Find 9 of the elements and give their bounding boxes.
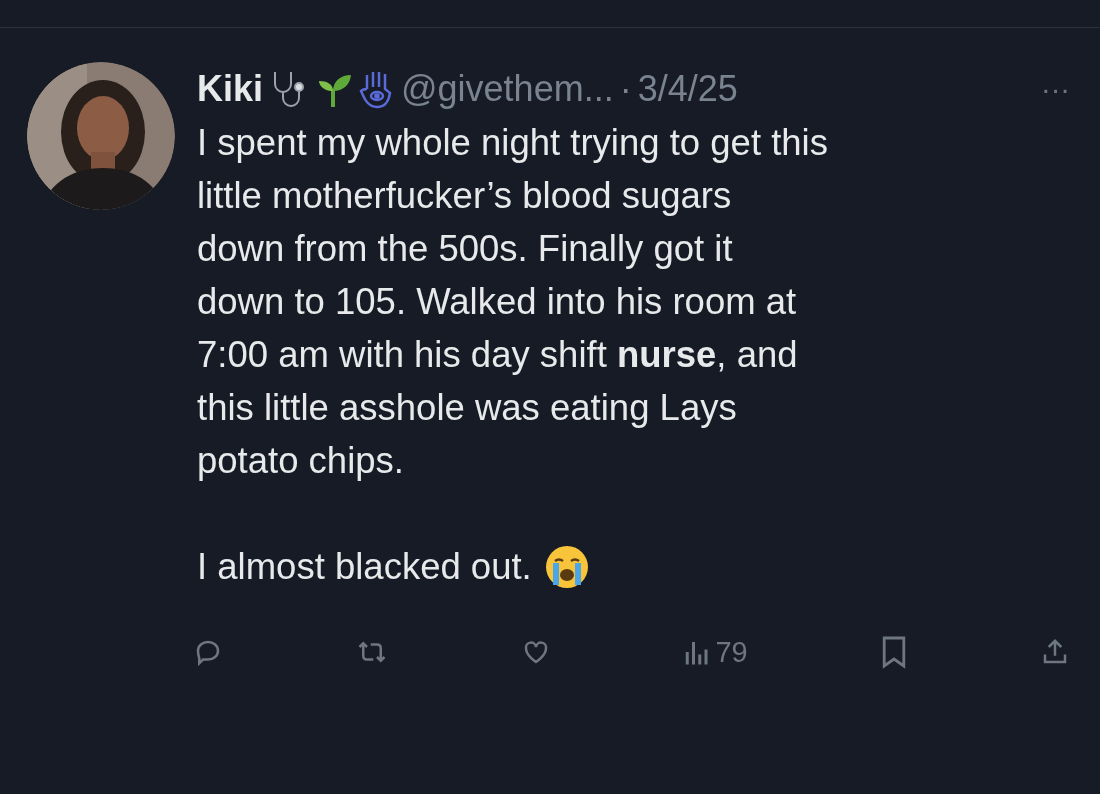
post-text: I almost blacked out.	[197, 545, 532, 589]
post-date[interactable]: 3/4/25	[637, 68, 738, 110]
crying-emoji-icon	[543, 543, 590, 590]
author-name[interactable]: Kiki	[197, 68, 264, 110]
views-button[interactable]: 79	[683, 635, 748, 669]
more-button[interactable]: ···	[1041, 72, 1070, 106]
separator-dot: ·	[619, 68, 632, 110]
post-text: I spent my whole night trying to get this little motherfucker’s blood sugars down from the 500s. Finally got it down to 105. Walked into his room at 7:00 am with his day shift nurse, and this little asshole was eating Lays potato chips.	[197, 121, 829, 483]
user-handle[interactable]: @givethem...	[401, 68, 614, 110]
